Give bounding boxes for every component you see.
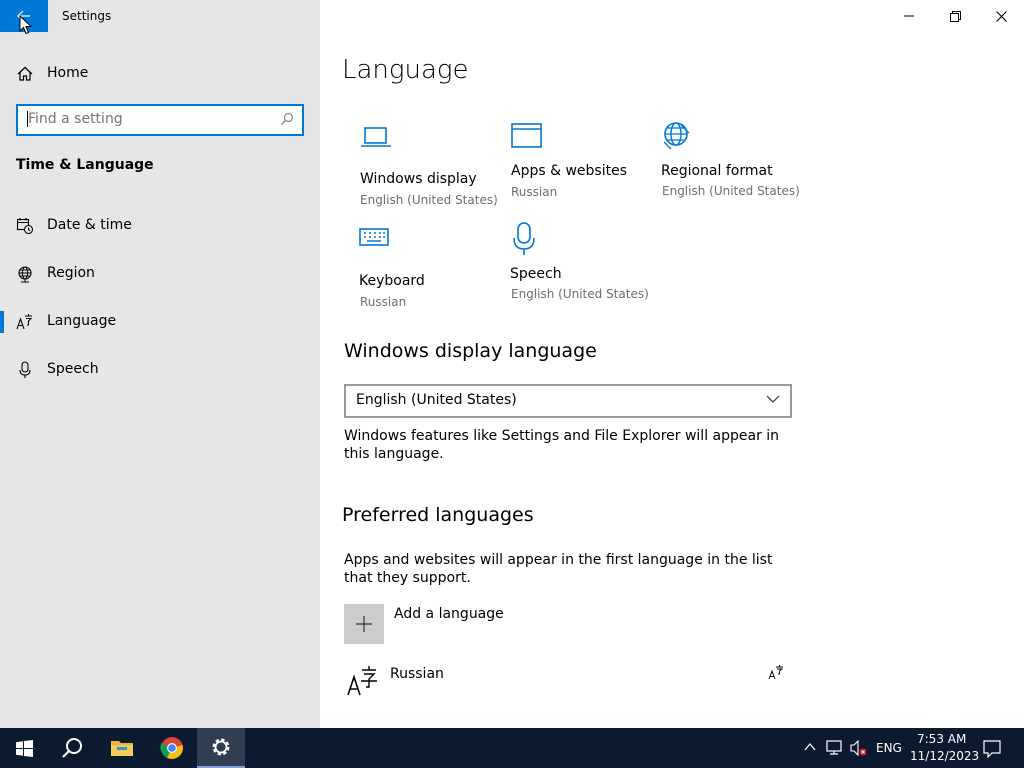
- window-title: Settings: [62, 9, 112, 23]
- chevron-down-icon: [766, 395, 780, 403]
- active-indicator: [0, 311, 4, 333]
- input-indicator[interactable]: ENG: [876, 741, 902, 755]
- display-language-description: Windows features like Settings and File …: [344, 428, 780, 462]
- tile-value: English (United States): [511, 287, 649, 301]
- tile-value: Russian: [511, 185, 558, 199]
- search-icon: [62, 738, 82, 758]
- add-language-label[interactable]: Add a language: [394, 606, 504, 622]
- action-center-icon[interactable]: [983, 740, 1001, 758]
- clock-time[interactable]: 7:53 AM: [917, 732, 966, 746]
- language-icon: [16, 314, 33, 330]
- globe-icon: [18, 266, 32, 283]
- sidebar-item-label: Speech: [47, 361, 99, 377]
- microphone-icon: [513, 222, 535, 255]
- tile-name: Speech: [510, 266, 562, 282]
- sidebar: Settings Home Time & Language Date & tim…: [0, 0, 320, 728]
- tile-speech[interactable]: Speech English (United States): [510, 222, 660, 318]
- restore-icon: [949, 10, 961, 22]
- sidebar-item-speech[interactable]: Speech: [0, 349, 320, 389]
- tile-value: English (United States): [662, 184, 800, 198]
- tile-name: Windows display: [360, 171, 477, 187]
- display-language-heading: Windows display language: [344, 340, 597, 362]
- close-button[interactable]: [978, 0, 1024, 32]
- sidebar-item-label: Home: [47, 65, 89, 81]
- clock-date[interactable]: 11/12/2023: [910, 749, 979, 763]
- calendar-clock-icon: [16, 218, 34, 235]
- sidebar-item-language[interactable]: Language: [0, 301, 320, 341]
- taskbar-file-explorer[interactable]: [98, 728, 146, 768]
- sidebar-item-label: Region: [47, 265, 95, 281]
- section-title: Time & Language: [16, 157, 154, 173]
- tile-value: English (United States): [360, 193, 498, 207]
- tile-name: Apps & websites: [511, 163, 627, 179]
- taskbar-chrome[interactable]: [148, 728, 196, 768]
- mouse-cursor-icon: [19, 15, 32, 35]
- taskbar-search-button[interactable]: [48, 728, 96, 768]
- sidebar-item-label: Language: [47, 313, 117, 329]
- add-language-button[interactable]: [344, 604, 384, 644]
- laptop-icon: [361, 127, 391, 147]
- taskbar: ENG 7:53 AM 11/12/2023: [0, 728, 1024, 768]
- search-input[interactable]: [18, 106, 268, 132]
- search-box[interactable]: [16, 104, 304, 136]
- taskbar-settings[interactable]: [197, 728, 245, 768]
- search-icon[interactable]: [280, 112, 294, 126]
- tile-name: Keyboard: [359, 273, 425, 289]
- windows-logo-icon: [15, 739, 33, 757]
- selected-value: English (United States): [356, 392, 517, 408]
- browser-window-icon: [511, 123, 542, 148]
- home-icon: [17, 66, 33, 81]
- volume-muted-icon[interactable]: [850, 740, 868, 756]
- text-caret: [27, 111, 28, 127]
- chrome-icon: [160, 737, 183, 759]
- tile-value: Russian: [360, 295, 407, 309]
- microphone-icon: [19, 361, 31, 378]
- sidebar-item-region[interactable]: Region: [0, 253, 320, 293]
- page-title: Language: [342, 55, 469, 85]
- restore-button[interactable]: [932, 0, 978, 32]
- sidebar-item-date-time[interactable]: Date & time: [0, 205, 320, 245]
- minimize-button[interactable]: [886, 0, 932, 32]
- sidebar-item-label: Date & time: [47, 217, 132, 233]
- close-icon: [995, 10, 1007, 22]
- display-language-badge-icon: [768, 665, 784, 680]
- keyboard-icon: [359, 228, 389, 246]
- tile-windows-display[interactable]: Windows display English (United States): [360, 125, 510, 221]
- start-button[interactable]: [0, 728, 48, 768]
- language-icon: [347, 666, 377, 696]
- show-hidden-icons-chevron-icon[interactable]: [804, 742, 816, 752]
- gear-icon: [212, 738, 230, 756]
- tile-name: Regional format: [661, 163, 773, 179]
- display-language-select[interactable]: English (United States): [344, 384, 792, 418]
- globe-icon: [663, 122, 690, 150]
- language-name: Russian: [390, 666, 444, 682]
- preferred-languages-description: Apps and websites will appear in the fir…: [344, 552, 773, 586]
- tile-apps-websites[interactable]: Apps & websites Russian: [511, 123, 661, 219]
- minimize-icon: [904, 15, 914, 17]
- language-list-item[interactable]: Russian: [344, 660, 794, 708]
- preferred-languages-heading: Preferred languages: [342, 504, 534, 526]
- tile-regional-format[interactable]: Regional format English (United States): [661, 120, 811, 216]
- tile-keyboard[interactable]: Keyboard Russian: [359, 227, 509, 323]
- network-icon[interactable]: [826, 740, 844, 756]
- sidebar-item-home[interactable]: Home: [0, 53, 320, 93]
- folder-icon: [111, 741, 133, 756]
- plus-icon: [356, 616, 372, 632]
